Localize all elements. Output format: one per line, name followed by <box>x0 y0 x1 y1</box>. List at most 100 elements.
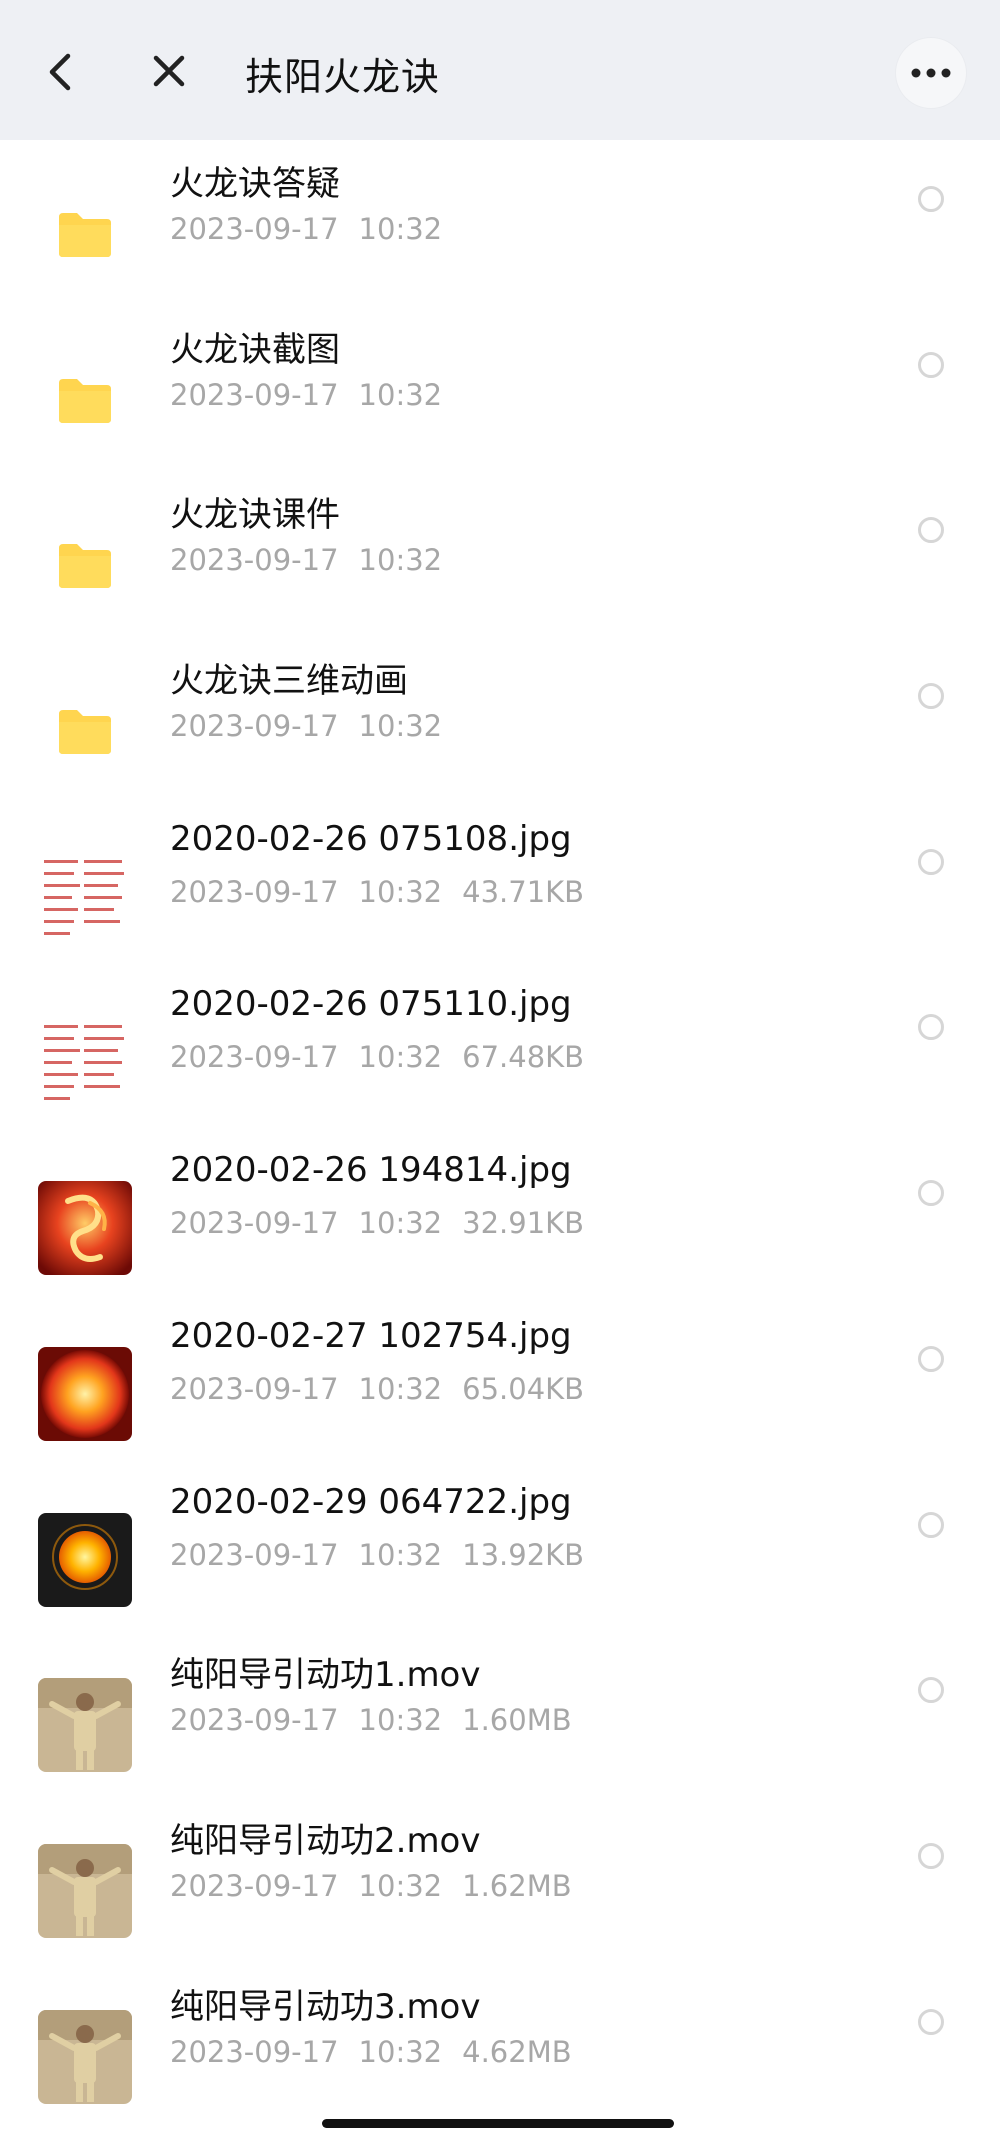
file-thumbnail <box>38 1843 132 1938</box>
file-meta: 2023-09-17 10:32 <box>170 212 462 246</box>
file-meta: 2023-09-17 10:32 1.62MB <box>170 1869 592 1903</box>
file-date: 2023-09-17 <box>170 1040 339 1075</box>
file-name: 纯阳导引动功1.mov <box>170 1655 481 1696</box>
more-horizontal-icon <box>911 68 951 78</box>
file-thumbnail <box>38 1678 132 1773</box>
file-meta: 2023-09-17 10:32 <box>170 709 462 743</box>
file-list: 火龙诀答疑 2023-09-17 10:32 火龙诀截图 2023-09-17 10:3… <box>0 140 1000 2128</box>
file-meta: 2023-09-17 10:32 13.92KB <box>170 1538 604 1572</box>
file-meta: 2023-09-17 10:32 4.62MB <box>170 2035 592 2069</box>
file-date: 2023-09-17 <box>170 1537 339 1572</box>
folder-thumbnail <box>38 187 132 281</box>
file-name: 火龙诀课件 <box>170 495 340 536</box>
folder-icon <box>59 544 111 589</box>
file-date: 2023-09-17 <box>170 874 339 909</box>
file-row[interactable]: 纯阳导引动功2.mov 2023-09-17 10:32 1.62MB <box>0 1797 1000 1963</box>
file-row[interactable]: 2020-02-26 075108.jpg 2023-09-17 10:32 43.7… <box>0 803 1000 969</box>
file-date: 2023-09-17 <box>170 1868 339 1903</box>
text-image-thumbnail <box>38 849 132 944</box>
folder-icon <box>59 213 111 257</box>
select-radio[interactable] <box>918 517 944 544</box>
text-image-thumbnail <box>38 1015 132 1110</box>
select-radio[interactable] <box>918 2008 944 2035</box>
file-row[interactable]: 纯阳导引动功1.mov 2023-09-17 10:32 1.60MB <box>0 1631 1000 1797</box>
select-radio[interactable] <box>918 1842 944 1869</box>
file-time: 10:32 <box>358 709 443 744</box>
select-radio[interactable] <box>918 848 944 875</box>
file-name: 2020-02-29 064722.jpg <box>170 1481 572 1522</box>
file-size: 13.92KB <box>462 1537 585 1572</box>
file-row[interactable]: 火龙诀截图 2023-09-17 10:32 <box>0 306 1000 472</box>
page-title: 扶阳火龙诀 <box>245 55 441 99</box>
file-name: 纯阳导引动功2.mov <box>170 1820 481 1861</box>
file-size: 1.62MB <box>462 1868 572 1903</box>
select-radio[interactable] <box>918 1180 944 1207</box>
file-size: 32.91KB <box>462 1206 585 1241</box>
file-meta: 2023-09-17 10:32 1.60MB <box>170 1703 592 1737</box>
file-date: 2023-09-17 <box>170 212 339 246</box>
file-date: 2023-09-17 <box>170 377 339 412</box>
file-row[interactable]: 2020-02-26 075110.jpg 2023-09-17 10:32 67.4… <box>0 968 1000 1134</box>
file-thumbnail <box>38 2009 132 2104</box>
folder-thumbnail <box>38 684 132 778</box>
dragon-image-thumbnail <box>38 1181 132 1276</box>
folder-thumbnail <box>38 353 132 447</box>
file-date: 2023-09-17 <box>170 543 339 578</box>
file-thumbnail <box>38 1181 132 1276</box>
file-time: 10:32 <box>358 1703 443 1738</box>
file-row[interactable]: 2020-02-26 194814.jpg 2023-09-17 10:32 32.9… <box>0 1134 1000 1300</box>
file-row[interactable]: 纯阳导引动功3.mov 2023-09-17 10:32 4.62MB <box>0 1963 1000 2129</box>
folder-thumbnail <box>38 518 132 612</box>
file-date: 2023-09-17 <box>170 709 339 744</box>
file-time: 10:32 <box>358 543 443 578</box>
file-row[interactable]: 火龙诀课件 2023-09-17 10:32 <box>0 471 1000 637</box>
file-name: 纯阳导引动功3.mov <box>170 1986 481 2027</box>
file-time: 10:32 <box>358 212 443 246</box>
file-time: 10:32 <box>358 1206 443 1241</box>
file-name: 火龙诀截图 <box>170 329 340 370</box>
file-name: 2020-02-26 075108.jpg <box>170 818 572 859</box>
sun-image-thumbnail <box>38 1512 132 1607</box>
file-time: 10:32 <box>358 1868 443 1903</box>
file-name: 2020-02-26 194814.jpg <box>170 1150 572 1191</box>
video-thumbnail <box>38 2009 132 2104</box>
select-radio[interactable] <box>918 186 944 212</box>
file-meta: 2023-09-17 10:32 67.48KB <box>170 1040 604 1074</box>
select-radio[interactable] <box>918 1014 944 1041</box>
file-row[interactable]: 火龙诀答疑 2023-09-17 10:32 <box>0 140 1000 306</box>
file-meta: 2023-09-17 10:32 43.71KB <box>170 875 604 909</box>
file-thumbnail <box>38 1512 132 1607</box>
file-meta: 2023-09-17 10:32 <box>170 543 462 577</box>
file-size: 1.60MB <box>462 1703 572 1738</box>
close-icon <box>153 55 185 87</box>
folder-icon <box>59 378 111 423</box>
select-radio[interactable] <box>918 1345 944 1372</box>
file-row[interactable]: 2020-02-29 064722.jpg 2023-09-17 10:32 13.9… <box>0 1466 1000 1632</box>
select-radio[interactable] <box>918 1511 944 1538</box>
file-name: 2020-02-27 102754.jpg <box>170 1315 572 1356</box>
close-button[interactable] <box>146 48 192 94</box>
file-time: 10:32 <box>358 1371 443 1406</box>
file-time: 10:32 <box>358 874 443 909</box>
select-radio[interactable] <box>918 1677 944 1704</box>
file-thumbnail <box>38 1015 132 1110</box>
file-size: 67.48KB <box>462 1040 585 1075</box>
back-button[interactable] <box>38 50 82 94</box>
file-row[interactable]: 火龙诀三维动画 2023-09-17 10:32 <box>0 637 1000 803</box>
file-meta: 2023-09-17 10:32 32.91KB <box>170 1206 604 1240</box>
video-thumbnail <box>38 1843 132 1938</box>
file-row[interactable]: 2020-02-27 102754.jpg 2023-09-17 10:32 65.0… <box>0 1300 1000 1466</box>
file-name: 火龙诀三维动画 <box>170 661 408 702</box>
chevron-left-icon <box>49 53 71 91</box>
more-button[interactable] <box>896 38 966 108</box>
file-time: 10:32 <box>358 377 443 412</box>
file-time: 10:32 <box>358 1040 443 1075</box>
folder-icon <box>59 710 111 755</box>
file-name: 火龙诀答疑 <box>170 164 340 204</box>
file-meta: 2023-09-17 10:32 <box>170 378 462 412</box>
select-radio[interactable] <box>918 683 944 710</box>
file-time: 10:32 <box>358 1537 443 1572</box>
file-meta: 2023-09-17 10:32 65.04KB <box>170 1372 604 1406</box>
file-date: 2023-09-17 <box>170 1703 339 1738</box>
select-radio[interactable] <box>918 351 944 378</box>
